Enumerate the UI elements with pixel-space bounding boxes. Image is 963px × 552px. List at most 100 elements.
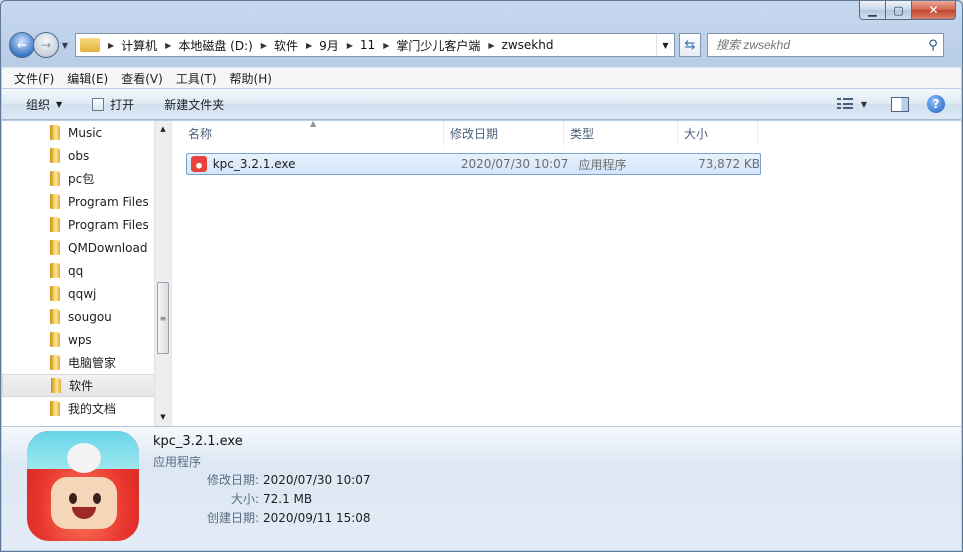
explorer-window: ▁ ▢ ✕ ← → ▼ ▶ 计算机 ▶ 本地磁盘 (D:) ▶ 软件 ▶ 9月 … <box>0 0 963 552</box>
menu-edit[interactable]: 编辑(E) <box>67 70 108 87</box>
folder-icon <box>50 286 60 301</box>
tree-item-obs[interactable]: obs <box>2 144 155 167</box>
minimize-button[interactable]: ▁ <box>859 1 886 20</box>
prop-value[interactable]: 2020/09/11 15:08 <box>263 511 371 525</box>
breadcrumb-software[interactable]: 软件 <box>274 37 298 54</box>
column-size[interactable]: 大小 <box>678 121 758 146</box>
address-bar[interactable]: ▶ 计算机 ▶ 本地磁盘 (D:) ▶ 软件 ▶ 9月 ▶ 11 ▶ 掌门少儿客… <box>75 33 675 57</box>
tree-item-qqwj[interactable]: qqwj <box>2 282 155 305</box>
caption-buttons: ▁ ▢ ✕ <box>859 1 956 20</box>
tree-scrollbar[interactable]: ▲ ≡ ▼ <box>154 121 171 426</box>
address-dropdown[interactable]: ▼ <box>656 34 674 56</box>
file-type: 应用程序 <box>578 157 627 172</box>
close-button[interactable]: ✕ <box>912 1 956 20</box>
tree-item-label: QMDownload <box>68 240 148 255</box>
file-row[interactable]: kpc_3.2.1.exe 2020/07/30 10:07 应用程序 73,8… <box>186 153 761 175</box>
folder-icon <box>50 355 60 370</box>
tree-item-program-files[interactable]: Program Files <box>2 190 155 213</box>
folder-icon <box>50 401 60 416</box>
icon-face <box>51 477 117 529</box>
folder-icon <box>50 332 60 347</box>
column-name-label: 名称 <box>188 127 213 141</box>
back-button[interactable]: ← <box>9 32 35 58</box>
column-type[interactable]: 类型 <box>564 121 678 146</box>
sort-ascending-icon: ▲ <box>310 119 317 128</box>
tree-item-label: Music <box>68 125 103 140</box>
menu-file[interactable]: 文件(F) <box>14 70 54 87</box>
open-label: 打开 <box>110 97 135 112</box>
menu-tools[interactable]: 工具(T) <box>176 70 217 87</box>
refresh-icon: ⇆ <box>684 37 696 53</box>
tree-item-software[interactable]: 软件 <box>2 374 155 397</box>
breadcrumb-chevron-icon[interactable]: ▶ <box>261 41 267 50</box>
organize-button[interactable]: 组织 ▼ <box>26 96 62 113</box>
scroll-down-icon[interactable]: ▼ <box>155 409 171 426</box>
navigation-pane: Music obs pc包 Program Files Program File… <box>2 121 172 426</box>
prop-created: 创建日期: 2020/09/11 15:08 <box>153 508 371 527</box>
folder-icon <box>50 148 60 163</box>
folder-tree: Music obs pc包 Program Files Program File… <box>2 121 155 420</box>
prop-label: 大小: <box>230 492 259 506</box>
help-icon[interactable]: ? <box>927 95 945 113</box>
menu-help[interactable]: 帮助(H) <box>230 70 272 87</box>
view-options-icon[interactable] <box>836 98 853 110</box>
new-folder-button[interactable]: 新建文件夹 <box>164 96 224 113</box>
tree-item-program-files-x86[interactable]: Program Files <box>2 213 155 236</box>
open-icon <box>92 97 105 111</box>
refresh-button[interactable]: ⇆ <box>679 33 701 57</box>
new-folder-label: 新建文件夹 <box>164 97 225 112</box>
tree-item-pc[interactable]: pc包 <box>2 167 155 190</box>
prop-value[interactable]: 2020/07/30 10:07 <box>263 473 371 487</box>
tree-item-qmdownload[interactable]: QMDownload <box>2 236 155 259</box>
prop-value: 72.1 MB <box>263 491 313 506</box>
file-date: 2020/07/30 10:07 <box>460 157 569 171</box>
search-box[interactable]: ⚲ <box>707 33 944 57</box>
breadcrumb-chevron-icon[interactable]: ▶ <box>383 41 389 50</box>
tree-item-label: pc包 <box>68 172 95 186</box>
tree-item-label: sougou <box>68 309 112 324</box>
breadcrumb-chevron-icon[interactable]: ▶ <box>108 41 114 50</box>
breadcrumb-chevron-icon[interactable]: ▶ <box>347 41 353 50</box>
tree-item-wps[interactable]: wps <box>2 328 155 351</box>
scroll-up-icon[interactable]: ▲ <box>155 121 171 138</box>
maximize-button[interactable]: ▢ <box>886 1 912 20</box>
search-input[interactable] <box>716 38 923 52</box>
recent-pages-dropdown[interactable]: ▼ <box>59 41 71 50</box>
breadcrumb-chevron-icon[interactable]: ▶ <box>488 41 494 50</box>
folder-icon <box>51 378 61 393</box>
column-date[interactable]: 修改日期 <box>444 121 564 146</box>
breadcrumb-disk-d[interactable]: 本地磁盘 (D:) <box>178 37 252 54</box>
tree-item-label: 软件 <box>69 379 94 393</box>
breadcrumb-zwsekhd[interactable]: zwsekhd <box>502 38 554 52</box>
tree-item-label: obs <box>68 148 90 163</box>
breadcrumb-chevron-icon[interactable]: ▶ <box>306 41 312 50</box>
preview-pane-icon[interactable] <box>891 96 909 112</box>
column-type-label: 类型 <box>570 127 595 141</box>
folder-icon <box>50 263 60 278</box>
breadcrumb-september[interactable]: 9月 <box>319 37 339 54</box>
breadcrumb-client[interactable]: 掌门少儿客户端 <box>396 37 480 54</box>
folder-icon <box>50 194 60 209</box>
forward-button[interactable]: → <box>33 32 59 58</box>
prop-size: 大小: 72.1 MB <box>153 489 371 508</box>
content-area: Music obs pc包 Program Files Program File… <box>2 119 961 426</box>
search-icon[interactable]: ⚲ <box>923 38 943 53</box>
details-pane: kpc_3.2.1.exe 应用程序 修改日期: 2020/07/30 10:0… <box>2 426 961 550</box>
command-bar-right: ▼ ? <box>836 95 945 113</box>
tree-item-music[interactable]: Music <box>2 121 155 144</box>
tree-item-my-documents[interactable]: 我的文档 <box>2 397 155 420</box>
tree-item-qq[interactable]: qq <box>2 259 155 282</box>
prop-modified: 修改日期: 2020/07/30 10:07 <box>153 470 371 489</box>
view-dropdown-icon[interactable]: ▼ <box>861 100 867 109</box>
file-list-pane: 名称 ▲ 修改日期 类型 大小 kpc_3.2.1.exe 2020/07/30… <box>172 119 961 426</box>
open-button[interactable]: 打开 <box>92 96 134 113</box>
breadcrumb-chevron-icon[interactable]: ▶ <box>165 41 171 50</box>
breadcrumb-11[interactable]: 11 <box>360 38 375 52</box>
scroll-thumb[interactable]: ≡ <box>157 282 169 354</box>
column-headers: 名称 ▲ 修改日期 类型 大小 <box>182 119 758 146</box>
breadcrumb-computer[interactable]: 计算机 <box>121 37 157 54</box>
tree-item-sougou[interactable]: sougou <box>2 305 155 328</box>
tree-item-pc-manager[interactable]: 电脑管家 <box>2 351 155 374</box>
column-name[interactable]: 名称 ▲ <box>182 119 444 146</box>
menu-view[interactable]: 查看(V) <box>121 70 163 87</box>
